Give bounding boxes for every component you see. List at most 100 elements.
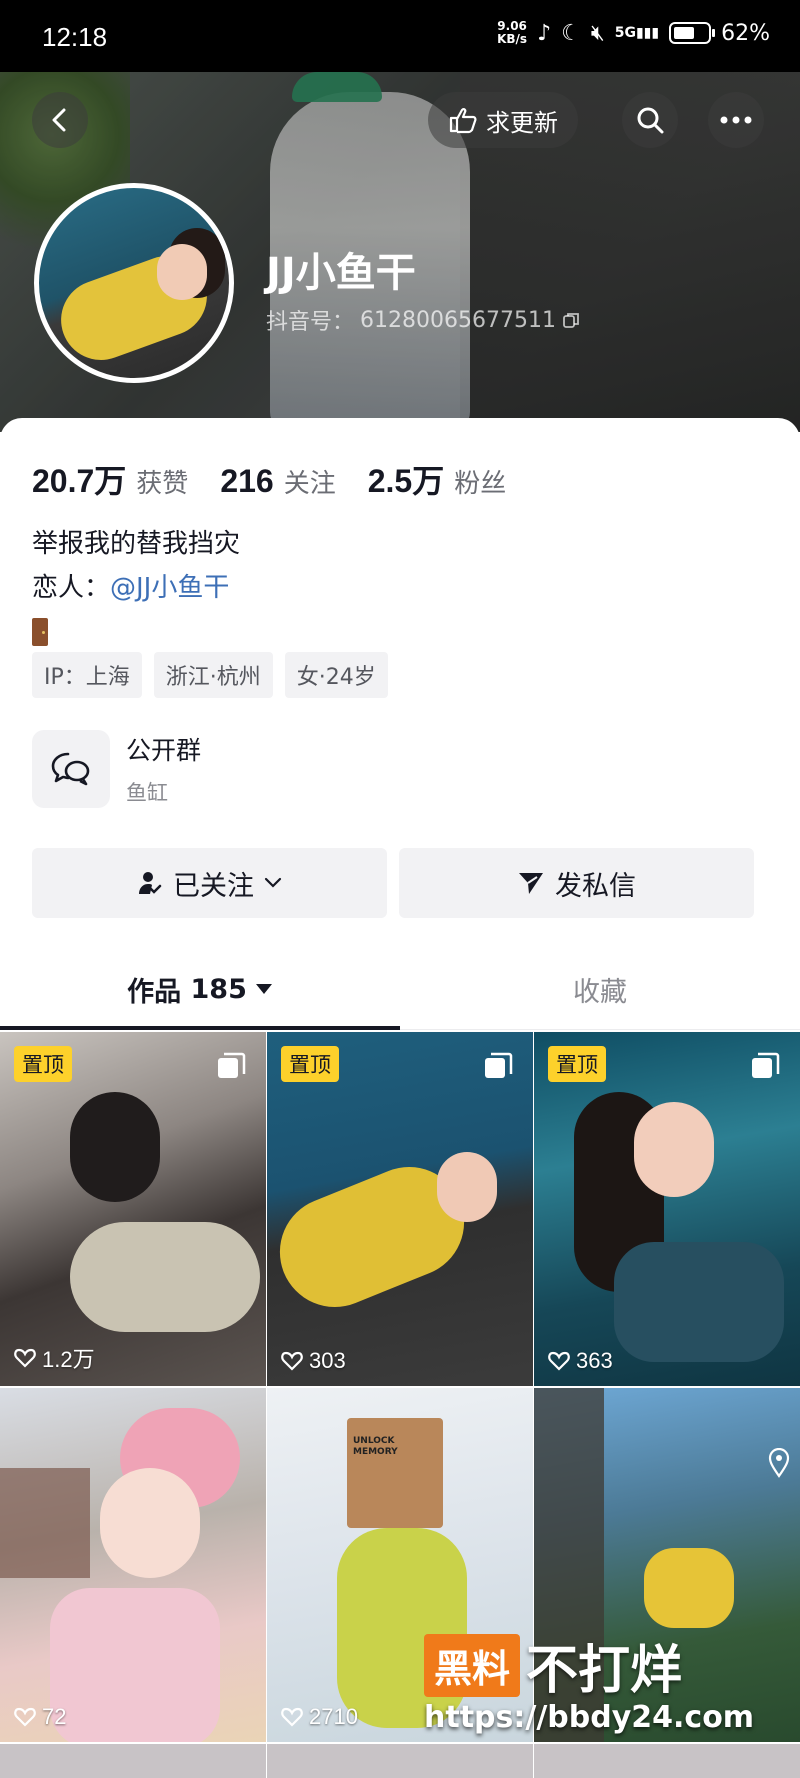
group-title: 公开群 — [126, 736, 202, 765]
profile-id[interactable]: 抖音号： 61280065677511 — [266, 304, 580, 336]
bio: 举报我的替我挡灾 恋人：@JJ小鱼干 — [32, 522, 240, 660]
watermark-brand-text: 不打烊 — [526, 1641, 683, 1701]
video-figure — [437, 1152, 497, 1222]
heart-icon — [14, 1348, 36, 1368]
paper-bag-text: UNLOCK MEMORY — [353, 1436, 398, 1457]
video-figure — [100, 1468, 200, 1578]
pinned-badge: 置顶 — [14, 1046, 72, 1082]
paper-bag: UNLOCK MEMORY — [347, 1418, 443, 1528]
video-figure — [0, 1468, 90, 1578]
video-figure — [50, 1588, 220, 1742]
multi-image-icon — [485, 1052, 513, 1078]
bio-line: 举报我的替我挡灾 — [32, 529, 241, 559]
pointing-hand-icon — [449, 108, 477, 134]
stat-following[interactable]: 216 关注 — [220, 463, 335, 500]
status-bar: 12:18 9.06 KB/s ♪ ☾ 🔇︎ 5G▮▮▮ 62% — [0, 0, 800, 72]
pinned-badge: 置顶 — [281, 1046, 339, 1082]
action-row: 已关注 发私信 — [32, 848, 754, 918]
following-label: 已关注 — [173, 870, 254, 902]
message-label: 发私信 — [555, 870, 636, 902]
public-group[interactable]: 公开群 鱼缸 — [32, 730, 201, 808]
back-button[interactable] — [32, 92, 88, 148]
stats-row: 20.7万 获赞 216 关注 2.5万 粉丝 — [32, 456, 538, 502]
video-figure — [70, 1222, 260, 1332]
video-figure — [614, 1242, 784, 1362]
video-tile-partial[interactable] — [267, 1744, 533, 1778]
tab-favorites[interactable]: 收藏 — [400, 948, 800, 1030]
tag-location: 浙江·杭州 — [153, 652, 273, 698]
video-tile-partial[interactable] — [0, 1744, 266, 1778]
battery-percent: 62% — [721, 20, 770, 46]
stat-likes[interactable]: 20.7万 获赞 — [32, 456, 188, 502]
heart-icon — [281, 1707, 303, 1727]
following-button[interactable]: 已关注 — [32, 848, 387, 918]
avatar[interactable] — [34, 183, 234, 383]
tab-works-label: 作品 — [127, 976, 182, 1008]
status-time: 12:18 — [42, 22, 108, 52]
tiktok-icon: ♪ — [537, 20, 552, 46]
video-tile[interactable]: 置顶 1.2万 — [0, 1032, 266, 1386]
heart-icon — [14, 1707, 36, 1727]
door-icon — [32, 618, 48, 646]
watermark-url: https://bbdy24.com — [424, 1700, 755, 1735]
tag-gender-age: 女·24岁 — [284, 652, 388, 698]
group-chat-icon — [32, 730, 110, 808]
group-subtitle: 鱼缸 — [126, 781, 168, 805]
stat-following-label: 关注 — [283, 469, 336, 499]
bio-lover-label: 恋人： — [32, 573, 111, 603]
tag-row: IP：上海 浙江·杭州 女·24岁 — [32, 652, 388, 698]
stat-likes-label: 获赞 — [136, 469, 189, 499]
video-tile[interactable]: 置顶 303 — [267, 1032, 533, 1386]
copy-icon[interactable] — [562, 311, 580, 329]
like-count: 72 — [14, 1704, 66, 1730]
message-button[interactable]: 发私信 — [399, 848, 754, 918]
user-check-icon — [139, 872, 162, 894]
tab-works[interactable]: 作品 185 — [0, 948, 400, 1030]
tag-ip: IP：上海 — [32, 652, 142, 698]
video-figure — [634, 1102, 714, 1197]
battery-fill — [674, 27, 695, 39]
caret-down-icon — [255, 984, 272, 994]
watermark: 黑料 不打烊 — [424, 1628, 682, 1703]
chevron-left-icon — [52, 108, 66, 132]
request-update-button[interactable]: 求更新 — [428, 92, 578, 148]
stat-following-value: 216 — [220, 463, 274, 499]
bio-lover-link[interactable]: @JJ小鱼干 — [110, 573, 229, 603]
profile-id-label: 抖音号： — [266, 310, 355, 335]
watermark-brand-box: 黑料 — [424, 1634, 521, 1697]
mute-icon: 🔇︎ — [590, 20, 605, 46]
stat-likes-value: 20.7万 — [32, 463, 127, 499]
profile-name: JJ小鱼干 — [266, 250, 416, 296]
video-figure — [70, 1092, 160, 1202]
heart-icon — [548, 1351, 570, 1371]
battery-icon — [669, 22, 716, 44]
tab-works-count: 185 — [190, 973, 247, 1005]
location-pin-icon — [768, 1448, 790, 1478]
more-button[interactable] — [708, 92, 764, 148]
bio-lover-line: 恋人：@JJ小鱼干 — [32, 566, 240, 610]
heart-icon — [281, 1351, 303, 1371]
stat-followers[interactable]: 2.5万 粉丝 — [368, 456, 507, 502]
video-figure — [644, 1548, 734, 1628]
search-button[interactable] — [622, 92, 678, 148]
video-tile[interactable]: 72 — [0, 1388, 266, 1742]
video-tile-partial[interactable] — [534, 1744, 800, 1778]
request-update-label: 求更新 — [486, 108, 558, 137]
like-count: 2710 — [281, 1704, 358, 1730]
more-dots-icon — [720, 116, 752, 124]
send-icon — [519, 873, 543, 894]
avatar-face — [157, 244, 207, 300]
pinned-badge: 置顶 — [548, 1046, 606, 1082]
video-tile[interactable]: 置顶 363 — [534, 1032, 800, 1386]
signal-icon: 5G▮▮▮ — [614, 25, 660, 41]
tab-active-underline — [0, 1026, 400, 1030]
moon-icon: ☾ — [561, 20, 581, 46]
search-icon — [637, 107, 664, 134]
content-tabs: 作品 185 收藏 — [0, 948, 800, 1030]
multi-image-icon — [218, 1052, 246, 1078]
status-icons: 9.06 KB/s ♪ ☾ 🔇︎ 5G▮▮▮ 62% — [497, 20, 770, 46]
net-speed: 9.06 KB/s — [497, 19, 528, 46]
like-count: 1.2万 — [14, 1342, 95, 1374]
chevron-down-icon — [264, 877, 282, 888]
stat-followers-value: 2.5万 — [367, 463, 445, 499]
